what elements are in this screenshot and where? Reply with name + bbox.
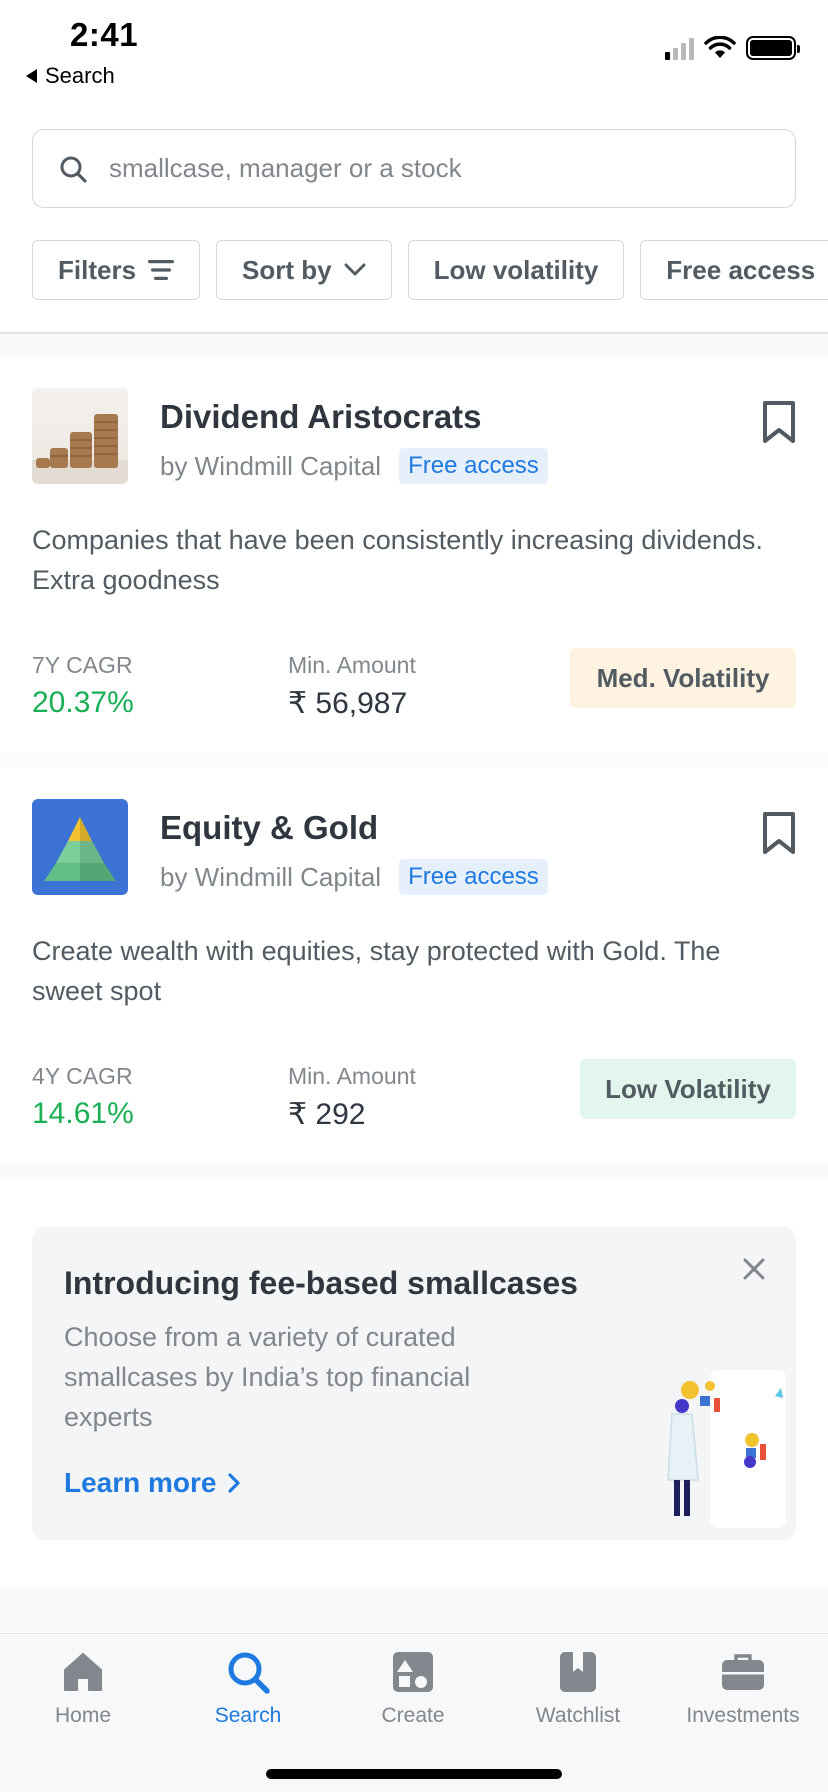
fee-based-promo-banner[interactable]: Introducing fee-based smallcases Choose …: [32, 1227, 796, 1540]
smallcase-title[interactable]: Dividend Aristocrats: [160, 398, 482, 436]
sort-by-chip[interactable]: Sort by: [216, 240, 392, 300]
free-access-badge: Free access: [399, 859, 548, 895]
briefcase-icon: [722, 1654, 764, 1690]
promo-title: Introducing fee-based smallcases: [64, 1265, 578, 1301]
back-link-label: Search: [45, 63, 115, 88]
search-input[interactable]: [109, 153, 749, 184]
search-icon: [228, 1652, 270, 1694]
back-arrow-icon: [26, 69, 37, 83]
min-amount-label: Min. Amount: [288, 1063, 416, 1089]
chevron-right-icon: [227, 1473, 240, 1493]
battery-icon: [746, 36, 800, 60]
learn-more-link[interactable]: Learn more: [64, 1467, 241, 1499]
nav-home-label: Home: [54, 1704, 112, 1727]
nav-watchlist[interactable]: Watchlist: [503, 1648, 653, 1728]
cagr-value: 14.61%: [32, 1097, 134, 1130]
free-access-badge: Free access: [399, 448, 548, 484]
cagr-label: 4Y CAGR: [32, 1063, 133, 1089]
smallcase-description: Create wealth with equities, stay protec…: [32, 936, 721, 1006]
cellular-signal-icon: [665, 36, 694, 60]
cagr-value: 20.37%: [32, 686, 134, 719]
volatility-badge: Med. Volatility: [570, 648, 796, 708]
card-separator: [0, 1164, 828, 1178]
coin-stack-image: [32, 414, 128, 484]
manager-name: by Windmill Capital: [160, 861, 382, 892]
smallcase-thumbnail: [32, 799, 128, 895]
wifi-icon: [704, 36, 736, 58]
smallcase-title[interactable]: Equity & Gold: [160, 809, 378, 847]
nav-investments-label: Investments: [686, 1704, 800, 1727]
free-access-chip[interactable]: Free access: [640, 240, 828, 300]
low-volatility-chip[interactable]: Low volatility: [407, 240, 625, 300]
smallcase-card[interactable]: Equity & Gold by Windmill Capital Free a…: [0, 767, 828, 1164]
min-amount-label: Min. Amount: [288, 652, 416, 678]
nav-search[interactable]: Search: [173, 1648, 323, 1728]
status-bar: 2:41 Search: [0, 0, 828, 95]
system-icons: [665, 36, 800, 60]
bottom-spacer: [0, 1587, 828, 1633]
create-icon: [393, 1652, 433, 1692]
sort-by-chip-label: Sort by: [242, 254, 332, 285]
watchlist-icon: [560, 1652, 596, 1692]
home-indicator: [266, 1769, 562, 1779]
nav-home[interactable]: Home: [8, 1648, 158, 1728]
bookmark-icon[interactable]: [762, 400, 796, 444]
smallcase-subtitle: by Windmill Capital Free access: [160, 448, 548, 484]
filter-lines-icon: [148, 260, 175, 280]
nav-create[interactable]: Create: [338, 1648, 488, 1728]
status-time: 2:41: [70, 16, 139, 53]
volatility-badge: Low Volatility: [580, 1059, 796, 1119]
pyramid-image: [44, 817, 116, 881]
min-amount-value: ₹ 292: [288, 1098, 366, 1131]
promo-text: Choose from a variety of curated smallca…: [64, 1322, 471, 1432]
learn-more-label: Learn more: [64, 1467, 217, 1498]
nav-create-label: Create: [381, 1704, 445, 1727]
smallcase-description: Companies that have been consistently in…: [32, 525, 763, 595]
close-icon[interactable]: [738, 1253, 770, 1285]
nav-search-label: Search: [214, 1704, 282, 1727]
smallcase-card[interactable]: Dividend Aristocrats by Windmill Capital…: [0, 356, 828, 753]
filter-chip-row: Filters Sort by Low volatility Free acce…: [32, 240, 828, 300]
manager-name: by Windmill Capital: [160, 450, 382, 481]
back-to-search-link[interactable]: Search: [26, 63, 115, 89]
bookmark-icon[interactable]: [762, 811, 796, 855]
cagr-label: 7Y CAGR: [32, 652, 133, 678]
filters-chip-label: Filters: [58, 254, 137, 285]
card-separator: [0, 753, 828, 767]
smallcase-thumbnail: [32, 388, 128, 484]
nav-watchlist-label: Watchlist: [535, 1704, 621, 1727]
search-icon: [60, 156, 87, 183]
smallcase-subtitle: by Windmill Capital Free access: [160, 859, 548, 895]
search-bar[interactable]: [32, 129, 796, 208]
section-gap: [0, 334, 828, 356]
nav-investments[interactable]: Investments: [668, 1648, 818, 1728]
chevron-down-icon: [344, 263, 366, 276]
home-icon: [64, 1653, 102, 1691]
financial-expert-illustration: [667, 1370, 786, 1528]
bottom-navigation: Home Search Create Watchlist Investments: [0, 1633, 828, 1792]
filters-chip[interactable]: Filters: [32, 240, 201, 300]
min-amount-value: ₹ 56,987: [288, 687, 408, 720]
